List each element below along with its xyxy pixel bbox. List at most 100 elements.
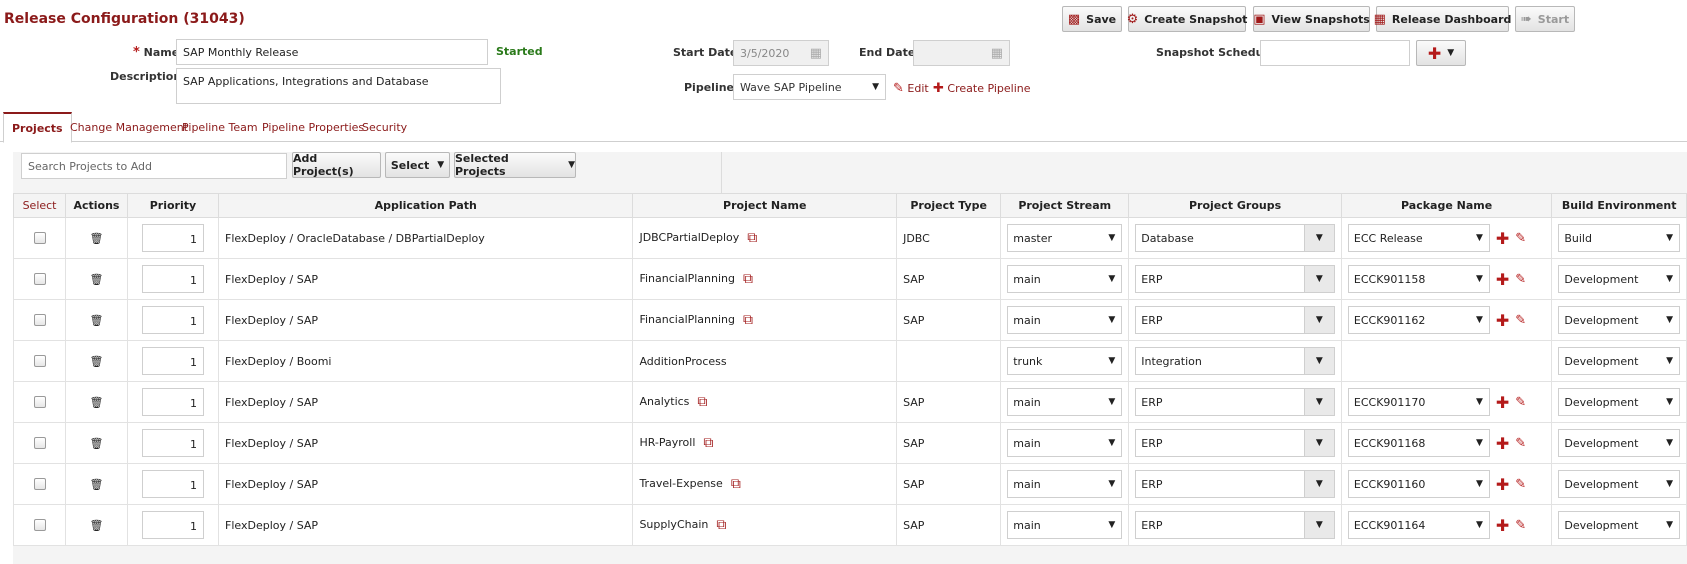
delete-row-button[interactable]: 🗑: [65, 217, 128, 259]
project-stream-select[interactable]: trunk ▼: [1007, 347, 1123, 375]
plus-icon[interactable]: ✚: [1496, 475, 1509, 494]
priority-input[interactable]: 1: [141, 511, 204, 539]
chevron-down-icon[interactable]: ▼: [1303, 512, 1334, 538]
build-environment-select[interactable]: Development ▼: [1558, 265, 1680, 293]
project-groups-select[interactable]: ERP ▼: [1135, 306, 1335, 334]
project-groups-select[interactable]: ERP ▼: [1135, 388, 1335, 416]
chevron-down-icon[interactable]: ▼: [1303, 225, 1334, 251]
project-groups-select[interactable]: ERP ▼: [1135, 265, 1335, 293]
priority-input[interactable]: 1: [141, 388, 204, 416]
pencil-icon[interactable]: ✎: [1515, 518, 1526, 533]
delete-row-button[interactable]: 🗑: [65, 381, 128, 423]
selected-projects-button[interactable]: Selected Projects ▼: [454, 152, 576, 178]
pencil-icon[interactable]: ✎: [1515, 477, 1526, 492]
project-groups-select[interactable]: Integration ▼: [1135, 347, 1335, 375]
package-select[interactable]: ECCK901164 ▼: [1347, 511, 1490, 539]
start-date-field[interactable]: 3/5/2020 ▦: [733, 40, 829, 66]
end-date-field[interactable]: ▦: [913, 40, 1010, 66]
copy-link-icon[interactable]: ⧉: [703, 435, 713, 451]
pencil-icon[interactable]: ✎: [1515, 436, 1526, 451]
pencil-icon[interactable]: ✎: [1515, 231, 1526, 246]
calendar-icon[interactable]: ▦: [810, 46, 822, 61]
row-checkbox[interactable]: [33, 273, 46, 285]
save-button[interactable]: ▩ Save: [1062, 6, 1122, 32]
create-pipeline-link[interactable]: ✚ Create Pipeline: [933, 81, 1031, 96]
plus-icon[interactable]: ✚: [1496, 516, 1509, 535]
project-stream-select[interactable]: main ▼: [1007, 306, 1123, 334]
build-environment-select[interactable]: Development ▼: [1558, 347, 1680, 375]
chevron-down-icon[interactable]: ▼: [1303, 348, 1334, 374]
column-header-select[interactable]: Select: [12, 193, 67, 218]
priority-input[interactable]: 1: [141, 347, 204, 375]
package-select[interactable]: ECCK901168 ▼: [1347, 429, 1490, 457]
row-checkbox[interactable]: [33, 314, 46, 326]
name-field[interactable]: SAP Monthly Release: [176, 39, 488, 65]
chevron-down-icon[interactable]: ▼: [1303, 307, 1334, 333]
row-checkbox[interactable]: [33, 519, 46, 531]
tab-projects[interactable]: Projects: [3, 112, 72, 143]
delete-row-button[interactable]: 🗑: [65, 422, 128, 464]
pipeline-select[interactable]: Wave SAP Pipeline ▼: [733, 74, 886, 100]
build-environment-select[interactable]: Development ▼: [1558, 388, 1680, 416]
priority-input[interactable]: 1: [141, 224, 204, 252]
row-checkbox[interactable]: [33, 232, 46, 244]
build-environment-select[interactable]: Development ▼: [1558, 470, 1680, 498]
delete-row-button[interactable]: 🗑: [65, 340, 128, 382]
pencil-icon[interactable]: ✎: [1515, 313, 1526, 328]
start-button[interactable]: ➠ Start: [1515, 6, 1575, 32]
package-select[interactable]: ECCK901158 ▼: [1347, 265, 1490, 293]
priority-input[interactable]: 1: [141, 306, 204, 334]
plus-icon[interactable]: ✚: [1496, 393, 1509, 412]
snapshot-schedule-field[interactable]: [1260, 40, 1410, 66]
package-select[interactable]: ECCK901162 ▼: [1347, 306, 1490, 334]
tab-pipeline-properties[interactable]: Pipeline Properties: [262, 112, 364, 142]
select-menu-button[interactable]: Select ▼: [385, 152, 450, 178]
chevron-down-icon[interactable]: ▼: [1303, 471, 1334, 497]
project-groups-select[interactable]: Database ▼: [1135, 224, 1335, 252]
project-groups-select[interactable]: ERP ▼: [1135, 511, 1335, 539]
plus-icon[interactable]: ✚: [1496, 270, 1509, 289]
copy-link-icon[interactable]: ⧉: [716, 517, 726, 533]
copy-link-icon[interactable]: ⧉: [731, 476, 741, 492]
tab-pipeline-team[interactable]: Pipeline Team: [182, 112, 258, 142]
build-environment-select[interactable]: Development ▼: [1558, 429, 1680, 457]
project-stream-select[interactable]: main ▼: [1007, 265, 1123, 293]
view-snapshots-button[interactable]: ▣ View Snapshots: [1253, 6, 1370, 32]
chevron-down-icon[interactable]: ▼: [1303, 430, 1334, 456]
row-checkbox[interactable]: [33, 396, 46, 408]
row-checkbox[interactable]: [33, 478, 46, 490]
priority-input[interactable]: 1: [141, 429, 204, 457]
row-checkbox[interactable]: [33, 437, 46, 449]
delete-row-button[interactable]: 🗑: [65, 463, 128, 505]
copy-link-icon[interactable]: ⧉: [747, 230, 757, 246]
priority-input[interactable]: 1: [141, 470, 204, 498]
copy-link-icon[interactable]: ⧉: [743, 312, 753, 328]
plus-icon[interactable]: ✚: [1496, 229, 1509, 248]
copy-link-icon[interactable]: ⧉: [697, 394, 707, 410]
add-projects-button[interactable]: Add Project(s): [292, 152, 381, 178]
project-stream-select[interactable]: master ▼: [1007, 224, 1123, 252]
chevron-down-icon[interactable]: ▼: [1303, 389, 1334, 415]
tab-security[interactable]: Security: [362, 112, 407, 142]
package-select[interactable]: ECCK901170 ▼: [1347, 388, 1490, 416]
description-field[interactable]: SAP Applications, Integrations and Datab…: [176, 68, 501, 104]
snapshot-schedule-add-button[interactable]: ✚ ▼: [1416, 40, 1466, 66]
search-projects-input[interactable]: Search Projects to Add: [21, 153, 287, 179]
row-checkbox[interactable]: [33, 355, 46, 367]
calendar-icon[interactable]: ▦: [991, 46, 1003, 61]
build-environment-select[interactable]: Build ▼: [1558, 224, 1680, 252]
edit-pipeline-link[interactable]: ✎ Edit: [893, 81, 929, 96]
project-groups-select[interactable]: ERP ▼: [1135, 429, 1335, 457]
project-stream-select[interactable]: main ▼: [1007, 470, 1123, 498]
project-stream-select[interactable]: main ▼: [1007, 429, 1123, 457]
pencil-icon[interactable]: ✎: [1515, 395, 1526, 410]
pencil-icon[interactable]: ✎: [1515, 272, 1526, 287]
copy-link-icon[interactable]: ⧉: [743, 271, 753, 287]
delete-row-button[interactable]: 🗑: [65, 258, 128, 300]
project-groups-select[interactable]: ERP ▼: [1135, 470, 1335, 498]
plus-icon[interactable]: ✚: [1496, 311, 1509, 330]
plus-icon[interactable]: ✚: [1496, 434, 1509, 453]
project-stream-select[interactable]: main ▼: [1007, 511, 1123, 539]
delete-row-button[interactable]: 🗑: [65, 504, 128, 546]
tab-change-management[interactable]: Change Management: [70, 112, 188, 142]
